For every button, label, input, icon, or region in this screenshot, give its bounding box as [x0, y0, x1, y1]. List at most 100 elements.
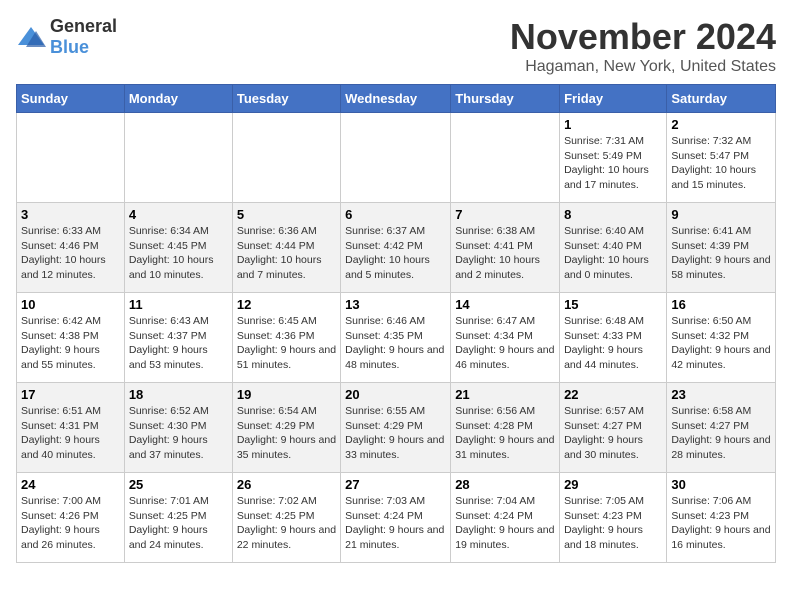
day-info: Sunrise: 6:47 AM Sunset: 4:34 PM Dayligh…: [455, 314, 555, 373]
calendar-table: SundayMondayTuesdayWednesdayThursdayFrid…: [16, 84, 776, 563]
day-number: 23: [671, 387, 771, 402]
calendar-cell: [451, 113, 560, 203]
calendar-week-row: 24Sunrise: 7:00 AM Sunset: 4:26 PM Dayli…: [17, 473, 776, 563]
calendar-cell: 4 Sunrise: 6:34 AM Sunset: 4:45 PM Daylig…: [124, 203, 232, 293]
calendar-cell: 7Sunrise: 6:38 AM Sunset: 4:41 PM Daylig…: [451, 203, 560, 293]
weekday-header: Tuesday: [232, 85, 340, 113]
day-info: Sunrise: 6:43 AM Sunset: 4:37 PM Dayligh…: [129, 314, 228, 373]
day-number: 25: [129, 477, 228, 492]
day-info: Sunrise: 6:37 AM Sunset: 4:42 PM Dayligh…: [345, 224, 446, 283]
day-number: 3: [21, 207, 120, 222]
day-number: 13: [345, 297, 446, 312]
calendar-body: 1 Sunrise: 7:31 AM Sunset: 5:49 PM Daylig…: [17, 113, 776, 563]
day-info: Sunrise: 6:34 AM Sunset: 4:45 PM Dayligh…: [129, 224, 228, 283]
header: General Blue November 2024 Hagaman, New …: [16, 16, 776, 76]
calendar-cell: [124, 113, 232, 203]
day-number: 17: [21, 387, 120, 402]
calendar-week-row: 1 Sunrise: 7:31 AM Sunset: 5:49 PM Daylig…: [17, 113, 776, 203]
weekday-header: Wednesday: [341, 85, 451, 113]
calendar-cell: 26 Sunrise: 7:02 AM Sunset: 4:25 PM Dayli…: [232, 473, 340, 563]
calendar-cell: [17, 113, 125, 203]
calendar-cell: 3 Sunrise: 6:33 AM Sunset: 4:46 PM Daylig…: [17, 203, 125, 293]
weekday-header: Saturday: [667, 85, 776, 113]
day-number: 18: [129, 387, 228, 402]
calendar-cell: 1 Sunrise: 7:31 AM Sunset: 5:49 PM Daylig…: [560, 113, 667, 203]
title-area: November 2024 Hagaman, New York, United …: [510, 16, 776, 76]
day-info: Sunrise: 6:57 AM Sunset: 4:27 PM Dayligh…: [564, 404, 662, 463]
calendar-cell: 8Sunrise: 6:40 AM Sunset: 4:40 PM Daylig…: [560, 203, 667, 293]
day-number: 22: [564, 387, 662, 402]
weekday-header: Friday: [560, 85, 667, 113]
day-info: Sunrise: 7:06 AM Sunset: 4:23 PM Dayligh…: [671, 494, 771, 553]
calendar-cell: 16 Sunrise: 6:50 AM Sunset: 4:32 PM Dayli…: [667, 293, 776, 383]
calendar-cell: 27 Sunrise: 7:03 AM Sunset: 4:24 PM Dayli…: [341, 473, 451, 563]
calendar-cell: 18 Sunrise: 6:52 AM Sunset: 4:30 PM Dayli…: [124, 383, 232, 473]
calendar-cell: 9Sunrise: 6:41 AM Sunset: 4:39 PM Daylig…: [667, 203, 776, 293]
calendar-cell: 2 Sunrise: 7:32 AM Sunset: 5:47 PM Daylig…: [667, 113, 776, 203]
calendar-week-row: 10 Sunrise: 6:42 AM Sunset: 4:38 PM Dayli…: [17, 293, 776, 383]
day-number: 1: [564, 117, 662, 132]
calendar-cell: [341, 113, 451, 203]
calendar-cell: 20Sunrise: 6:55 AM Sunset: 4:29 PM Dayli…: [341, 383, 451, 473]
calendar-cell: 29 Sunrise: 7:05 AM Sunset: 4:23 PM Dayli…: [560, 473, 667, 563]
logo-blue: Blue: [50, 37, 89, 57]
day-info: Sunrise: 6:46 AM Sunset: 4:35 PM Dayligh…: [345, 314, 446, 373]
day-info: Sunrise: 6:51 AM Sunset: 4:31 PM Dayligh…: [21, 404, 120, 463]
day-info: Sunrise: 7:01 AM Sunset: 4:25 PM Dayligh…: [129, 494, 228, 553]
calendar-cell: 22 Sunrise: 6:57 AM Sunset: 4:27 PM Dayli…: [560, 383, 667, 473]
day-info: Sunrise: 7:02 AM Sunset: 4:25 PM Dayligh…: [237, 494, 336, 553]
calendar-cell: 12Sunrise: 6:45 AM Sunset: 4:36 PM Dayli…: [232, 293, 340, 383]
day-number: 28: [455, 477, 555, 492]
day-number: 5: [237, 207, 336, 222]
day-info: Sunrise: 7:32 AM Sunset: 5:47 PM Dayligh…: [671, 134, 771, 193]
day-info: Sunrise: 6:58 AM Sunset: 4:27 PM Dayligh…: [671, 404, 771, 463]
day-info: Sunrise: 6:33 AM Sunset: 4:46 PM Dayligh…: [21, 224, 120, 283]
day-number: 30: [671, 477, 771, 492]
calendar-cell: 5 Sunrise: 6:36 AM Sunset: 4:44 PM Daylig…: [232, 203, 340, 293]
day-number: 24: [21, 477, 120, 492]
day-info: Sunrise: 7:05 AM Sunset: 4:23 PM Dayligh…: [564, 494, 662, 553]
day-number: 10: [21, 297, 120, 312]
calendar-cell: 11 Sunrise: 6:43 AM Sunset: 4:37 PM Dayli…: [124, 293, 232, 383]
day-number: 19: [237, 387, 336, 402]
month-title: November 2024: [510, 16, 776, 58]
day-number: 7: [455, 207, 555, 222]
day-info: Sunrise: 7:03 AM Sunset: 4:24 PM Dayligh…: [345, 494, 446, 553]
day-number: 12: [237, 297, 336, 312]
day-info: Sunrise: 7:31 AM Sunset: 5:49 PM Dayligh…: [564, 134, 662, 193]
day-info: Sunrise: 6:50 AM Sunset: 4:32 PM Dayligh…: [671, 314, 771, 373]
day-info: Sunrise: 6:42 AM Sunset: 4:38 PM Dayligh…: [21, 314, 120, 373]
day-info: Sunrise: 6:41 AM Sunset: 4:39 PM Dayligh…: [671, 224, 771, 283]
day-number: 16: [671, 297, 771, 312]
day-info: Sunrise: 6:52 AM Sunset: 4:30 PM Dayligh…: [129, 404, 228, 463]
day-info: Sunrise: 6:56 AM Sunset: 4:28 PM Dayligh…: [455, 404, 555, 463]
location-title: Hagaman, New York, United States: [510, 58, 776, 76]
calendar-cell: 10 Sunrise: 6:42 AM Sunset: 4:38 PM Dayli…: [17, 293, 125, 383]
day-info: Sunrise: 6:54 AM Sunset: 4:29 PM Dayligh…: [237, 404, 336, 463]
day-number: 27: [345, 477, 446, 492]
day-number: 14: [455, 297, 555, 312]
day-number: 4: [129, 207, 228, 222]
day-number: 6: [345, 207, 446, 222]
day-number: 26: [237, 477, 336, 492]
day-number: 20: [345, 387, 446, 402]
calendar-cell: 6 Sunrise: 6:37 AM Sunset: 4:42 PM Daylig…: [341, 203, 451, 293]
calendar-cell: 17 Sunrise: 6:51 AM Sunset: 4:31 PM Dayli…: [17, 383, 125, 473]
calendar-cell: 25 Sunrise: 7:01 AM Sunset: 4:25 PM Dayli…: [124, 473, 232, 563]
calendar-week-row: 3 Sunrise: 6:33 AM Sunset: 4:46 PM Daylig…: [17, 203, 776, 293]
day-number: 29: [564, 477, 662, 492]
weekday-header-row: SundayMondayTuesdayWednesdayThursdayFrid…: [17, 85, 776, 113]
calendar-cell: 21 Sunrise: 6:56 AM Sunset: 4:28 PM Dayli…: [451, 383, 560, 473]
day-number: 2: [671, 117, 771, 132]
day-info: Sunrise: 7:04 AM Sunset: 4:24 PM Dayligh…: [455, 494, 555, 553]
calendar-cell: 14 Sunrise: 6:47 AM Sunset: 4:34 PM Dayli…: [451, 293, 560, 383]
day-number: 15: [564, 297, 662, 312]
calendar-cell: 15Sunrise: 6:48 AM Sunset: 4:33 PM Dayli…: [560, 293, 667, 383]
day-number: 11: [129, 297, 228, 312]
day-info: Sunrise: 6:40 AM Sunset: 4:40 PM Dayligh…: [564, 224, 662, 283]
weekday-header: Monday: [124, 85, 232, 113]
day-number: 21: [455, 387, 555, 402]
day-info: Sunrise: 6:36 AM Sunset: 4:44 PM Dayligh…: [237, 224, 336, 283]
logo-general: General: [50, 16, 117, 36]
calendar-week-row: 17 Sunrise: 6:51 AM Sunset: 4:31 PM Dayli…: [17, 383, 776, 473]
